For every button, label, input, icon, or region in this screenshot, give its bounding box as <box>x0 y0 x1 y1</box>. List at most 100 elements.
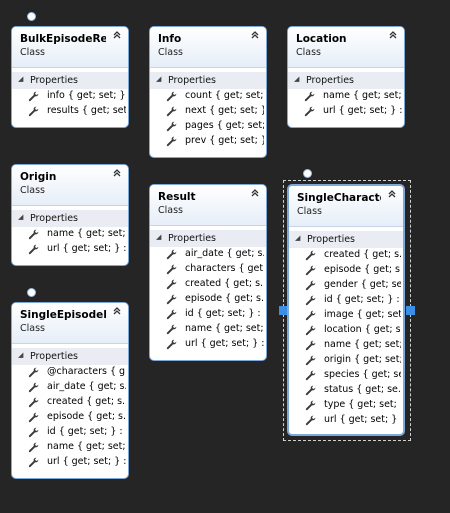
property-row[interactable]: air_date { get; s... <box>12 380 128 395</box>
property-row[interactable]: location { get; s... <box>289 323 403 338</box>
property-row[interactable]: image { get; set... <box>289 308 403 323</box>
property-text: origin { get; set;... <box>324 354 401 365</box>
property-row[interactable]: @characters { g... <box>12 365 128 380</box>
wrench-icon <box>28 382 39 393</box>
property-row[interactable]: episode { get; s... <box>289 263 403 278</box>
property-row[interactable]: results { get; set... <box>12 104 128 119</box>
property-text: species { get; se... <box>324 369 401 380</box>
resize-handle-right[interactable] <box>406 306 415 315</box>
property-row[interactable]: name { get; set;... <box>150 322 266 337</box>
class-box-bulk[interactable]: BulkEpisodeRes... Class ◢ Properties info { … <box>11 26 129 128</box>
collapse-triangle-icon[interactable]: ◢ <box>295 234 300 242</box>
class-title: SingleCharacter... <box>297 192 381 204</box>
properties-section-header[interactable]: ◢ Properties <box>12 210 128 227</box>
properties-section-header[interactable]: ◢ Properties <box>150 230 266 247</box>
property-row[interactable]: url { get; set; } :... <box>288 104 404 119</box>
class-header[interactable]: BulkEpisodeRes... Class <box>12 27 128 68</box>
class-box-origin[interactable]: Origin Class ◢ Properties name { get; set;..… <box>11 164 129 266</box>
property-row[interactable]: url { get; set; } :... <box>12 455 128 470</box>
property-row[interactable]: air_date { get; s... <box>150 247 266 262</box>
wrench-icon <box>305 265 316 276</box>
collapse-triangle-icon[interactable]: ◢ <box>18 351 23 359</box>
property-text: episode { get; s... <box>185 293 264 304</box>
property-row[interactable]: url { get; set; } :... <box>150 337 266 352</box>
wrench-icon <box>305 325 316 336</box>
property-row[interactable]: id { get; set; } : int <box>12 425 128 440</box>
double-chevron-up-icon[interactable] <box>111 30 123 42</box>
property-text: air_date { get; s... <box>47 381 126 392</box>
wrench-icon <box>28 427 39 438</box>
property-row[interactable]: next { get; set; }... <box>150 104 266 119</box>
class-box-info[interactable]: Info Class ◢ Properties count { get; set;...… <box>149 26 267 158</box>
wrench-icon <box>166 264 177 275</box>
property-row[interactable]: characters { get... <box>150 262 266 277</box>
property-row[interactable]: created { get; s... <box>150 277 266 292</box>
property-row[interactable]: species { get; se... <box>289 368 403 383</box>
property-row[interactable]: pages { get; set;... <box>150 119 266 134</box>
class-title: Location <box>296 33 347 45</box>
property-text: info { get; set; }... <box>47 90 126 101</box>
property-row[interactable]: name { get; set;... <box>12 227 128 242</box>
property-row[interactable]: id { get; set; } : int <box>150 307 266 322</box>
property-row[interactable]: name { get; set;... <box>288 89 404 104</box>
class-header[interactable]: Result Class <box>150 185 266 226</box>
class-box-singlechar[interactable]: SingleCharacter... Class ◢ Properties create… <box>287 184 405 436</box>
collapse-triangle-icon[interactable]: ◢ <box>156 75 161 83</box>
property-row[interactable]: created { get; s... <box>289 248 403 263</box>
wrench-icon <box>305 400 316 411</box>
properties-section-header[interactable]: ◢ Properties <box>289 231 403 248</box>
properties-section-header[interactable]: ◢ Properties <box>288 72 404 89</box>
wrench-icon <box>305 280 316 291</box>
wrench-icon <box>166 279 177 290</box>
property-text: id { get; set; } : int <box>324 294 401 305</box>
property-row[interactable]: url { get; set; } :... <box>12 242 128 257</box>
double-chevron-up-icon[interactable] <box>111 168 123 180</box>
property-text: episode { get; s... <box>47 411 126 422</box>
properties-label: Properties <box>30 351 79 362</box>
collapse-triangle-icon[interactable]: ◢ <box>18 213 23 221</box>
double-chevron-up-icon[interactable] <box>111 306 123 318</box>
class-body: ◢ Properties air_date { get; s... character… <box>150 230 266 352</box>
property-row[interactable]: status { get; se... <box>289 383 403 398</box>
property-row[interactable]: gender { get; se... <box>289 278 403 293</box>
collapse-triangle-icon[interactable]: ◢ <box>18 75 23 83</box>
properties-section-header[interactable]: ◢ Properties <box>150 72 266 89</box>
property-row[interactable]: episode { get; s... <box>150 292 266 307</box>
property-text: url { get; set; } :... <box>323 105 402 116</box>
property-row[interactable]: origin { get; set;... <box>289 353 403 368</box>
class-box-location[interactable]: Location Class ◢ Properties name { get; set;… <box>287 26 405 128</box>
wrench-icon <box>28 106 39 117</box>
class-header[interactable]: SingleCharacter... Class <box>289 186 403 227</box>
property-row[interactable]: episode { get; s... <box>12 410 128 425</box>
property-row[interactable]: prev { get; set; }... <box>150 134 266 149</box>
property-row[interactable]: id { get; set; } : int <box>289 293 403 308</box>
double-chevron-up-icon[interactable] <box>249 30 261 42</box>
property-row[interactable]: count { get; set;... <box>150 89 266 104</box>
class-header[interactable]: SingleEpisodeRe... Class <box>12 303 128 344</box>
property-row[interactable]: type { get; set; }... <box>289 398 403 413</box>
wrench-icon <box>166 91 177 102</box>
class-box-singleep[interactable]: SingleEpisodeRe... Class ◢ Properties @chara… <box>11 302 129 479</box>
double-chevron-up-icon[interactable] <box>249 188 261 200</box>
double-chevron-up-icon[interactable] <box>387 30 399 42</box>
property-row[interactable]: url { get; set; } :... <box>289 413 403 428</box>
collapse-triangle-icon[interactable]: ◢ <box>156 233 161 241</box>
collapse-triangle-icon[interactable]: ◢ <box>294 75 299 83</box>
class-stereotype: Class <box>158 205 183 216</box>
property-row[interactable]: info { get; set; }... <box>12 89 128 104</box>
property-row[interactable]: name { get; set;... <box>12 440 128 455</box>
class-body: ◢ Properties @characters { g... air_date { … <box>12 348 128 470</box>
properties-section-header[interactable]: ◢ Properties <box>12 72 128 89</box>
property-text: created { get; s... <box>324 249 401 260</box>
double-chevron-up-icon[interactable] <box>386 189 398 201</box>
class-header[interactable]: Origin Class <box>12 165 128 206</box>
properties-label: Properties <box>168 75 217 86</box>
class-box-result[interactable]: Result Class ◢ Properties air_date { get; s.… <box>149 184 267 361</box>
class-header[interactable]: Info Class <box>150 27 266 68</box>
wrench-icon <box>166 136 177 147</box>
property-row[interactable]: name { get; set;... <box>289 338 403 353</box>
class-header[interactable]: Location Class <box>288 27 404 68</box>
properties-section-header[interactable]: ◢ Properties <box>12 348 128 365</box>
wrench-icon <box>28 457 39 468</box>
property-row[interactable]: created { get; s... <box>12 395 128 410</box>
